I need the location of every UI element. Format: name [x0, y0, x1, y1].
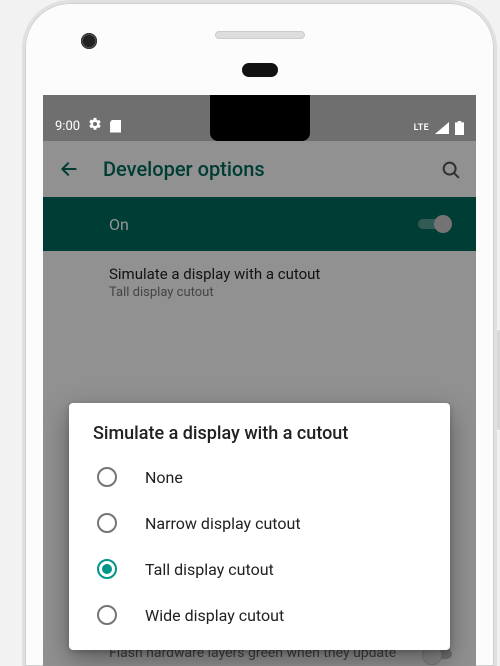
display-cutout-notch — [210, 95, 310, 141]
radio-label: None — [145, 468, 183, 487]
sd-card-icon — [110, 120, 121, 133]
settings-icon — [88, 117, 102, 135]
cutout-selection-dialog: Simulate a display with a cutout None Na… — [69, 403, 450, 650]
radio-label: Narrow display cutout — [145, 514, 301, 533]
phone-frame: 9:00 LTE Developer options On — [22, 0, 497, 666]
radio-label: Wide display cutout — [145, 606, 284, 625]
radio-icon — [97, 513, 117, 533]
radio-icon — [97, 467, 117, 487]
cutout-option-wide[interactable]: Wide display cutout — [69, 592, 450, 638]
battery-icon — [455, 121, 464, 135]
phone-top-hardware — [25, 3, 494, 83]
earpiece-speaker — [215, 31, 305, 39]
screen: 9:00 LTE Developer options On — [43, 95, 476, 666]
sensor-pill — [242, 63, 278, 77]
cutout-option-tall[interactable]: Tall display cutout — [69, 546, 450, 592]
network-type-label: LTE — [414, 123, 429, 133]
dialog-title: Simulate a display with a cutout — [69, 423, 450, 454]
radio-icon — [97, 559, 117, 579]
front-camera — [81, 33, 97, 49]
status-time: 9:00 — [55, 119, 80, 134]
radio-label: Tall display cutout — [145, 560, 274, 579]
radio-icon — [97, 605, 117, 625]
cutout-option-none[interactable]: None — [69, 454, 450, 500]
signal-icon — [435, 122, 449, 134]
cutout-option-narrow[interactable]: Narrow display cutout — [69, 500, 450, 546]
